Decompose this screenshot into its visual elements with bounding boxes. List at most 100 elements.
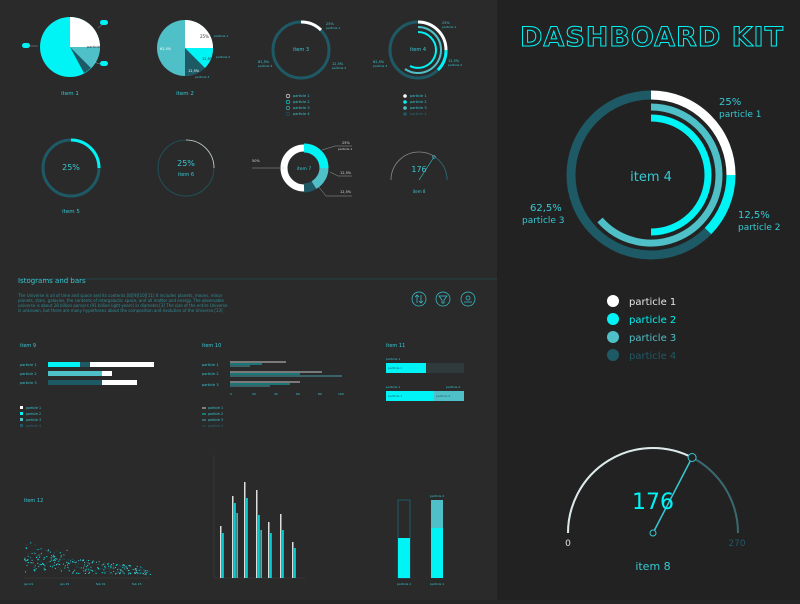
- item-3-legend-3: particle 3: [293, 106, 310, 110]
- scatter-point: [88, 569, 90, 571]
- scatter-point: [68, 568, 70, 570]
- item-9-bars: particle 1 particle 2 particle 3: [20, 362, 154, 385]
- vertical-bar: [260, 530, 262, 578]
- scatter-point: [83, 566, 85, 568]
- item-8-small-gauge: 176 item 8: [390, 151, 448, 194]
- item-4-small-legend: particle 1 particle 2 particle 3 particl…: [403, 94, 427, 116]
- scatter-point: [27, 553, 29, 555]
- scatter-point: [103, 569, 105, 571]
- scatter-point: [54, 567, 56, 569]
- scatter-point: [40, 553, 42, 555]
- scatter-point: [93, 561, 95, 563]
- scatter-point: [95, 572, 97, 574]
- legend-particle-1: particle 1: [629, 297, 676, 308]
- svg-text:particle 1: particle 1: [397, 582, 411, 586]
- scatter-point: [52, 563, 54, 565]
- scatter-point: [107, 568, 109, 570]
- scatter-point: [134, 568, 136, 569]
- item-14-stacked-columns: particle 1 particle 2 particle 1: [397, 494, 444, 586]
- scatter-point: [34, 544, 36, 546]
- scatter-point: [113, 570, 115, 572]
- scatter-point: [90, 566, 92, 568]
- scatter-point: [40, 548, 42, 550]
- scatter-point: [101, 564, 103, 566]
- svg-text:particle 2: particle 2: [430, 494, 444, 498]
- scatter-point: [33, 567, 35, 568]
- scatter-point: [38, 556, 40, 558]
- scatter-point: [88, 568, 90, 570]
- scatter-point: [87, 562, 89, 564]
- svg-text:jan 01: jan 01: [23, 582, 33, 586]
- svg-text:feb 01: feb 01: [96, 582, 106, 586]
- scatter-point: [145, 573, 147, 575]
- vertical-bar: [220, 526, 222, 578]
- scatter-point: [37, 555, 39, 557]
- scatter-point: [109, 565, 111, 567]
- svg-text:particle 3: particle 3: [258, 64, 272, 68]
- scatter-point: [91, 562, 93, 564]
- scatter-point: [34, 567, 36, 569]
- scatter-point: [43, 557, 45, 559]
- sort-icon[interactable]: [411, 291, 427, 307]
- scatter-point: [60, 556, 62, 558]
- scatter-point: [44, 565, 46, 567]
- scatter-point: [40, 561, 42, 563]
- scatter-point: [36, 557, 37, 558]
- scatter-point: [63, 558, 65, 560]
- svg-text:particle 3: particle 3: [208, 418, 223, 422]
- scatter-point: [110, 567, 112, 569]
- location-icon[interactable]: [460, 291, 476, 307]
- scatter-point: [122, 571, 124, 573]
- scatter-point: [138, 572, 140, 574]
- scatter-point: [84, 562, 86, 563]
- scatter-point: [38, 566, 40, 568]
- item-1-label: item 1: [61, 91, 79, 97]
- components-panel: particle 1 item 1 25% 12,5% 12,5% 62,5% …: [0, 0, 497, 600]
- svg-text:particle 4: particle 4: [26, 424, 41, 428]
- item-5-label: item 5: [62, 209, 80, 215]
- scatter-point: [130, 573, 131, 575]
- svg-text:particle 4: particle 4: [208, 424, 223, 428]
- scatter-point: [74, 563, 76, 565]
- scatter-point: [80, 567, 82, 569]
- scatter-point: [43, 569, 45, 571]
- item-4-legend-3: particle 3: [410, 106, 427, 110]
- scatter-point: [113, 565, 115, 567]
- vertical-bar: [244, 482, 246, 578]
- scatter-point: [43, 567, 45, 569]
- scatter-point: [136, 565, 138, 567]
- gauge-label: item 8: [635, 560, 670, 573]
- scatter-point: [138, 569, 140, 571]
- scatter-point: [121, 570, 123, 572]
- svg-text:particle 1: particle 1: [202, 363, 219, 367]
- item-7-donut: item 7 25% particle 1 12,5% 12,5% 50%: [252, 141, 352, 197]
- scatter-point: [67, 566, 69, 568]
- scatter-point: [49, 551, 51, 553]
- big-donut-pct-1: 25%: [719, 97, 741, 108]
- scatter-point: [101, 568, 103, 569]
- filter-icon[interactable]: [435, 291, 451, 307]
- big-donut-name-2: particle 2: [738, 223, 781, 233]
- scatter-point: [56, 550, 58, 552]
- scatter-point: [142, 572, 144, 574]
- scatter-point: [117, 569, 119, 571]
- scatter-point: [102, 572, 104, 574]
- scatter-point: [53, 554, 55, 556]
- scatter-point: [123, 564, 125, 566]
- svg-text:40: 40: [274, 392, 278, 396]
- svg-text:20: 20: [252, 392, 256, 396]
- item-7-pct-c: 12,5%: [340, 190, 352, 194]
- scatter-point: [115, 572, 117, 574]
- scatter-point: [42, 563, 44, 564]
- scatter-point: [74, 569, 76, 571]
- scatter-point: [59, 568, 61, 570]
- scatter-point: [99, 568, 101, 570]
- scatter-point: [132, 569, 134, 570]
- scatter-point: [68, 559, 70, 561]
- scatter-point: [57, 563, 59, 565]
- scatter-point: [113, 567, 115, 569]
- scatter-point: [128, 572, 130, 574]
- scatter-point: [123, 567, 125, 568]
- scatter-point: [144, 570, 146, 572]
- scatter-point: [128, 573, 130, 575]
